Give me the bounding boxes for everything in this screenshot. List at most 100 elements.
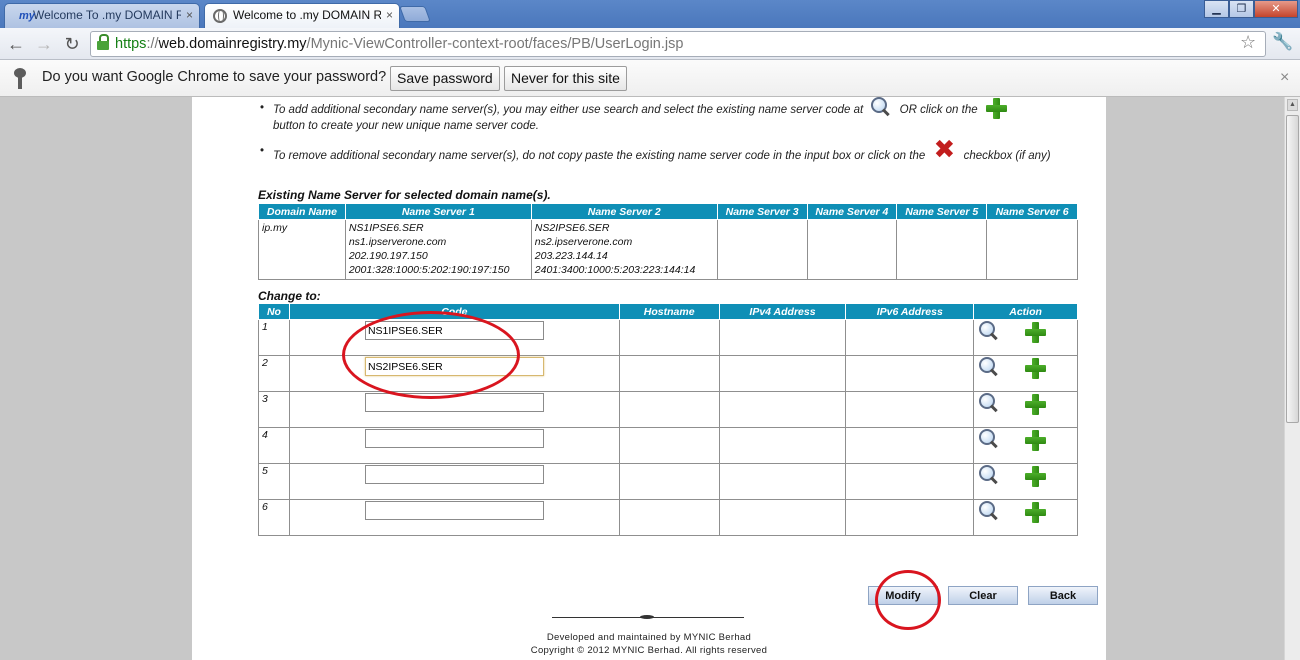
add-icon[interactable] [1024, 393, 1047, 415]
hostname-cell [618, 319, 720, 356]
search-icon[interactable] [978, 465, 1000, 485]
ipv4-cell [718, 355, 847, 392]
ipv4-cell [718, 391, 847, 428]
tab-welcome-2[interactable]: Welcome to .my DOMAIN REG × [204, 3, 400, 28]
ns1-ipv4: 202.190.197.150 [348, 250, 428, 262]
tab-close-icon[interactable]: × [386, 4, 393, 27]
change-ns-table: No Code Hostname IPv4 Address IPv6 Addre… [258, 303, 1078, 536]
existing-ns-table: Domain Name Name Server 1 Name Server 2 … [258, 203, 1078, 280]
ns-code-input-1[interactable] [364, 321, 544, 340]
search-icon[interactable] [978, 321, 1000, 341]
col-name-server-1: Name Server 1 [344, 203, 532, 220]
col-ipv4: IPv4 Address [718, 303, 847, 320]
address-bar[interactable]: https://web.domainregistry.my/Mynic-View… [90, 31, 1266, 57]
url-scheme: https [115, 36, 147, 52]
lock-icon [97, 34, 109, 50]
instruction-remove: • To remove additional secondary name se… [260, 134, 1051, 164]
ipv4-cell [718, 463, 847, 500]
ns2-ipv6: 2401:3400:1000:5:203:223:144:14 [534, 264, 696, 276]
back-button[interactable]: Back [1028, 586, 1098, 605]
row-number: 6 [258, 499, 290, 536]
add-icon[interactable] [1024, 465, 1047, 487]
col-action: Action [973, 303, 1078, 320]
ns1-hostname: ns1.ipserverone.com [348, 236, 447, 248]
ns3-cell [716, 219, 808, 280]
never-for-this-site-button[interactable]: Never for this site [504, 66, 627, 91]
modify-button[interactable]: Modify [868, 586, 938, 605]
bookmark-star-icon[interactable]: ☆ [1240, 32, 1256, 53]
table-row: ip.my NS1IPSE6.SER ns1.ipserverone.com 2… [258, 219, 1078, 280]
existing-ns-title: Existing Name Server for selected domain… [258, 188, 551, 202]
col-no: No [258, 303, 290, 320]
url-path: /Mynic-ViewController-context-root/faces… [306, 36, 684, 52]
search-icon[interactable] [978, 357, 1000, 377]
search-icon[interactable] [978, 501, 1000, 521]
add-icon [985, 97, 1007, 119]
ns5-cell [896, 219, 988, 280]
remove-x-icon: ✖ [933, 134, 956, 164]
hostname-cell [618, 391, 720, 428]
ns2-ipv4: 203.223.144.14 [534, 250, 608, 262]
scroll-thumb[interactable] [1286, 115, 1299, 423]
col-name-server-6: Name Server 6 [986, 203, 1078, 220]
ns-code-input-4[interactable] [364, 429, 544, 448]
col-hostname: Hostname [618, 303, 720, 320]
footer-copyright: Copyright © 2012 MYNIC Berhad. All right… [530, 645, 768, 656]
row-number: 3 [258, 391, 290, 428]
table-row: 1 [258, 319, 1078, 356]
instruction-add-text-3: button to create your new unique name se… [273, 120, 539, 132]
search-icon [870, 97, 892, 115]
ipv6-cell [845, 355, 975, 392]
ipv6-cell [845, 427, 975, 464]
forward-arrow-icon[interactable]: → [32, 32, 56, 56]
add-icon[interactable] [1024, 501, 1047, 523]
tab-close-icon[interactable]: × [186, 4, 193, 27]
search-icon[interactable] [978, 429, 1000, 449]
hostname-cell [618, 463, 720, 500]
tab-title: Welcome to .my DOMAIN REG [233, 8, 381, 22]
instruction-add: • To add additional secondary name serve… [260, 97, 1033, 134]
page-scrollbar[interactable]: ▲ [1284, 97, 1300, 660]
ns2-hostname: ns2.ipserverone.com [534, 236, 633, 248]
search-icon[interactable] [978, 393, 1000, 413]
add-icon[interactable] [1024, 357, 1047, 379]
back-arrow-icon[interactable]: ← [4, 32, 28, 56]
domain-cell: ip.my [258, 219, 346, 280]
page-content: • To add additional secondary name serve… [192, 97, 1106, 660]
existing-ns-header-row: Domain Name Name Server 1 Name Server 2 … [258, 203, 1078, 220]
col-ipv6: IPv6 Address [845, 303, 975, 320]
ns-code-input-3[interactable] [364, 393, 544, 412]
wrench-icon[interactable]: 🔧 [1272, 32, 1293, 52]
add-icon[interactable] [1024, 321, 1047, 343]
table-row: 4 [258, 427, 1078, 464]
ipv6-cell [845, 463, 975, 500]
scroll-up-arrow-icon[interactable]: ▲ [1287, 99, 1298, 111]
save-password-button[interactable]: Save password [390, 66, 500, 91]
instruction-add-text-2: OR click on the [899, 104, 978, 117]
clear-button[interactable]: Clear [948, 586, 1018, 605]
ns6-cell [986, 219, 1078, 280]
ipv6-cell [845, 319, 975, 356]
instruction-remove-text-2: checkbox (if any) [963, 150, 1051, 163]
col-name-server-3: Name Server 3 [716, 203, 808, 220]
my-favicon-icon: my [19, 10, 35, 22]
minimize-button[interactable]: ▁ [1204, 0, 1229, 18]
table-row: 5 [258, 463, 1078, 500]
row-number: 4 [258, 427, 290, 464]
maximize-button[interactable]: ❐ [1229, 0, 1254, 18]
tab-title: Welcome To .my DOMAIN REG [33, 8, 181, 22]
ns-code-input-5[interactable] [364, 465, 544, 484]
footer-developed-by: Developed and maintained by MYNIC Berhad [546, 632, 752, 643]
infobar-message: Do you want Google Chrome to save your p… [42, 69, 387, 85]
window-close-button[interactable]: ✕ [1254, 0, 1298, 18]
tab-strip: my Welcome To .my DOMAIN REG × Welcome t… [0, 0, 1300, 28]
ns-code-input-2[interactable] [364, 357, 544, 376]
new-tab-button[interactable] [399, 6, 431, 22]
reload-icon[interactable]: ↻ [60, 32, 84, 56]
ns-code-input-6[interactable] [364, 501, 544, 520]
add-icon[interactable] [1024, 429, 1047, 451]
tab-welcome-1[interactable]: my Welcome To .my DOMAIN REG × [4, 3, 200, 28]
row-number: 5 [258, 463, 290, 500]
ipv4-cell [718, 427, 847, 464]
infobar-close-icon[interactable]: × [1280, 69, 1289, 87]
